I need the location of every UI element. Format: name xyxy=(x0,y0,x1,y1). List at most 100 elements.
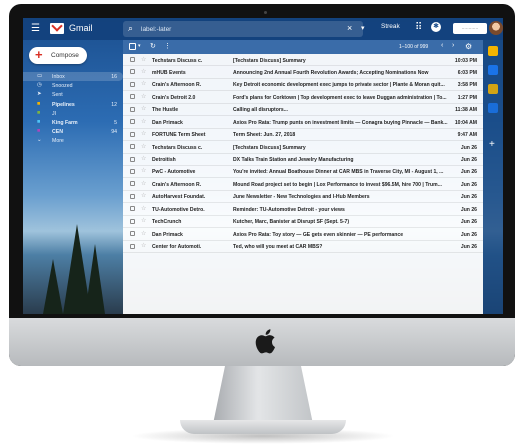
email-row[interactable]: ☆ AutoHarvest Foundat. June Newsletter - N… xyxy=(123,191,483,204)
sidebar-item-ji[interactable]: ■ JI xyxy=(23,109,123,118)
email-subject: June Newsletter - New Technologies and I… xyxy=(233,194,370,201)
tasks-icon[interactable] xyxy=(488,65,498,75)
row-checkbox[interactable] xyxy=(130,181,135,187)
email-row[interactable]: ☆ The Hustle Calling all disruptors... 11:3… xyxy=(123,104,483,117)
row-checkbox[interactable] xyxy=(130,119,135,125)
sidebar-item-king-farm[interactable]: ■ King Farm 5 xyxy=(23,118,123,127)
sidebar-item-more[interactable]: ⌄ More xyxy=(23,136,123,145)
more-options-icon[interactable]: ⋮ xyxy=(164,42,171,50)
row-checkbox[interactable] xyxy=(130,106,135,112)
row-checkbox[interactable] xyxy=(130,168,135,174)
email-row[interactable]: ☆ Center for Automoti. Ted, who will you m… xyxy=(123,241,483,253)
star-icon[interactable]: ☆ xyxy=(141,193,146,199)
email-date: Jun 26 xyxy=(460,169,477,176)
star-icon[interactable]: ☆ xyxy=(141,243,146,249)
sidebar-item-cen[interactable]: ■ CEN 94 xyxy=(23,127,123,136)
chevron-left-icon[interactable]: ‹ xyxy=(441,42,443,49)
sidebar-item-label: Snoozed xyxy=(52,83,73,90)
email-row[interactable]: ☆ Techstars Discuss c. [Techstars Discuss]… xyxy=(123,54,483,67)
avatar[interactable] xyxy=(489,21,503,35)
star-icon[interactable]: ☆ xyxy=(141,57,146,63)
sidebar-item-sent[interactable]: ➤ Sent xyxy=(23,90,123,99)
star-icon[interactable]: ☆ xyxy=(141,181,146,187)
row-checkbox[interactable] xyxy=(130,94,135,100)
row-checkbox[interactable] xyxy=(130,131,135,137)
star-icon[interactable]: ☆ xyxy=(141,168,146,174)
email-date: Jun 26 xyxy=(460,181,477,188)
search-input[interactable] xyxy=(141,23,321,35)
chevron-right-icon[interactable]: › xyxy=(452,42,454,49)
email-row[interactable]: ☆ FORTUNE Term Sheet Term Sheet: Jun. 27, … xyxy=(123,129,483,142)
star-icon[interactable]: ☆ xyxy=(141,206,146,212)
search-icon[interactable]: ⌕ xyxy=(128,23,133,34)
row-checkbox[interactable] xyxy=(130,243,135,249)
email-row[interactable]: ☆ Crain's Afternoon R. Key Detroit economi… xyxy=(123,79,483,92)
email-date: Jun 26 xyxy=(460,194,477,201)
account-label[interactable]: ............ xyxy=(453,23,487,34)
add-addon-icon[interactable]: + xyxy=(489,140,495,150)
row-checkbox[interactable] xyxy=(130,144,135,150)
sidebar-item-pipelines[interactable]: ■ Pipelines 12 xyxy=(23,100,123,109)
apps-grid-icon[interactable]: ⠿ xyxy=(415,22,422,33)
email-date: 10:03 PM xyxy=(454,57,477,64)
compose-button[interactable]: + Compose xyxy=(29,47,87,64)
row-checkbox[interactable] xyxy=(130,231,135,237)
keep-icon[interactable] xyxy=(488,46,498,56)
star-icon[interactable]: ☆ xyxy=(141,131,146,137)
email-row[interactable]: ☆ Crain's Afternoon R. Mound Road project … xyxy=(123,178,483,191)
email-row[interactable]: ☆ Techstars Discuss c. [Techstars Discuss]… xyxy=(123,141,483,154)
pagination-range: 1–100 of 999 xyxy=(399,44,429,50)
email-sender: Center for Automoti. xyxy=(152,244,202,251)
chevron-down-icon: ⌄ xyxy=(37,137,42,144)
sidebar-item-inbox[interactable]: ▭ Inbox 16 xyxy=(23,72,123,82)
row-checkbox[interactable] xyxy=(130,218,135,224)
row-checkbox[interactable] xyxy=(130,81,135,87)
star-icon[interactable]: ☆ xyxy=(141,156,146,162)
email-row[interactable]: ☆ Dan Primack Axios Pro Rata: Trump punts … xyxy=(123,116,483,129)
email-date: Jun 26 xyxy=(460,206,477,213)
email-sender: Techstars Discuss c. xyxy=(152,57,203,64)
email-row[interactable]: ☆ TechCrunch Kutcher, Marc, Banister at Di… xyxy=(123,216,483,229)
row-checkbox[interactable] xyxy=(130,206,135,212)
star-icon[interactable]: ☆ xyxy=(141,218,146,224)
email-row[interactable]: ☆ Crain's Detroit 2.0 Ford's plans for Cor… xyxy=(123,91,483,104)
star-icon[interactable]: ☆ xyxy=(141,119,146,125)
row-checkbox[interactable] xyxy=(130,69,135,75)
email-subject: Key Detroit economic development exec ju… xyxy=(233,82,445,89)
unread-count: 16 xyxy=(111,74,117,80)
sidebar-item-snoozed[interactable]: ◷ Snoozed xyxy=(23,81,123,90)
email-date: Jun 26 xyxy=(460,231,477,238)
gear-icon[interactable]: ⚙ xyxy=(465,42,472,51)
star-icon[interactable]: ☆ xyxy=(141,144,146,150)
gmail-logo-icon[interactable] xyxy=(50,23,64,34)
main-menu-icon[interactable]: ☰ xyxy=(31,23,42,35)
streak-button[interactable]: Streak xyxy=(381,23,400,30)
row-checkbox[interactable] xyxy=(130,156,135,162)
addon-icon[interactable] xyxy=(488,103,498,113)
star-icon[interactable]: ☆ xyxy=(141,106,146,112)
select-menu-icon[interactable]: ▾ xyxy=(138,43,141,49)
email-row[interactable]: ☆ TU-Automotive Detro. Reminder: TU-Automo… xyxy=(123,203,483,216)
search-bar[interactable]: ⌕ × ▾ xyxy=(123,21,365,37)
row-checkbox[interactable] xyxy=(130,57,135,62)
email-list: ☆ Techstars Discuss c. [Techstars Discuss]… xyxy=(123,54,483,253)
refresh-icon[interactable]: ↻ xyxy=(150,42,156,50)
email-row[interactable]: ☆ PwC - Automotive You're invited: Annual … xyxy=(123,166,483,179)
close-icon[interactable]: × xyxy=(347,23,352,33)
search-options-icon[interactable]: ▾ xyxy=(361,24,365,32)
email-row[interactable]: ☆ Dan Primack Axios Pro Rata: Toy story — … xyxy=(123,228,483,241)
star-icon[interactable]: ☆ xyxy=(141,81,146,87)
email-date: 9:47 AM xyxy=(457,132,477,139)
star-icon[interactable]: ☆ xyxy=(141,69,146,75)
star-icon[interactable]: ☆ xyxy=(141,231,146,237)
select-all-checkbox[interactable] xyxy=(129,43,136,50)
tree-silhouette xyxy=(85,244,105,314)
notification-icon[interactable]: ✱ xyxy=(431,22,441,32)
top-bar: ☰ Gmail ⌕ × ▾ Streak ⠿ ✱ ............ xyxy=(23,18,503,40)
calendar-icon[interactable] xyxy=(488,84,498,94)
email-row[interactable]: ☆ Detroitish DX Talks Train Station and Je… xyxy=(123,154,483,166)
star-icon[interactable]: ☆ xyxy=(141,94,146,100)
email-row[interactable]: ☆ mHUB Events Announcing 2nd Annual Fourth… xyxy=(123,66,483,79)
row-checkbox[interactable] xyxy=(130,193,135,199)
email-date: Jun 26 xyxy=(460,244,477,251)
